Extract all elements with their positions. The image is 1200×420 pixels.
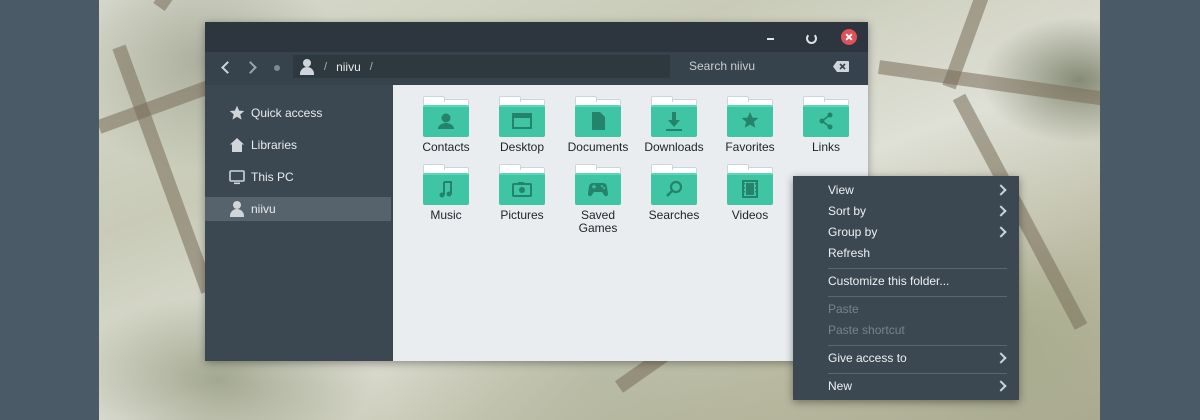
search-input[interactable]: Search niivu [689, 59, 755, 73]
menu-item-label: Refresh [828, 246, 871, 260]
chevron-right-icon [995, 352, 1007, 364]
menu-item-sort-by[interactable]: Sort by [793, 201, 1019, 222]
sidebar-item-label: Libraries [251, 138, 298, 152]
menu-item-paste: Paste [793, 299, 1019, 320]
folder-label: Searches [648, 208, 700, 222]
menu-item-label: Paste [828, 302, 859, 316]
navigation-sidebar: Quick access Libraries This PC niivu [205, 85, 393, 361]
share-icon [819, 112, 833, 130]
menu-separator [828, 345, 1007, 346]
menu-item-new[interactable]: New [793, 376, 1019, 397]
user-icon [229, 201, 245, 217]
minimize-icon[interactable] [763, 29, 779, 45]
forward-button[interactable] [244, 60, 262, 76]
address-bar[interactable]: / niivu / [293, 55, 670, 78]
chevron-right-icon [995, 380, 1007, 392]
menu-item-group-by[interactable]: Group by [793, 222, 1019, 243]
menu-item-label: Sort by [828, 204, 867, 218]
menu-item-label: Customize this folder... [828, 274, 950, 288]
download-icon [666, 112, 682, 131]
music-icon [439, 181, 452, 198]
sidebar-item-label: niivu [251, 202, 276, 216]
menu-item-label: Paste shortcut [828, 323, 905, 337]
menu-separator [828, 373, 1007, 374]
folder-label: Saved Games [578, 208, 618, 235]
sidebar-item-label: This PC [251, 170, 294, 184]
camera-icon [512, 182, 532, 197]
user-icon [299, 58, 315, 75]
folder-label: Music [430, 208, 462, 222]
back-button[interactable] [218, 60, 234, 76]
monitor-icon [229, 170, 245, 185]
folder-links[interactable]: Links [794, 96, 858, 154]
star-icon [229, 105, 245, 120]
folder-searches[interactable]: Searches [642, 164, 706, 222]
search-icon [666, 180, 683, 197]
folder-contacts[interactable]: Contacts [414, 96, 478, 154]
folder-desktop[interactable]: Desktop [490, 96, 554, 154]
menu-item-label: View [828, 183, 854, 197]
chevron-left-icon [221, 61, 234, 74]
path-separator: / [324, 60, 328, 73]
menu-item-customize-folder[interactable]: Customize this folder... [793, 271, 1019, 292]
sidebar-item-libraries[interactable]: Libraries [205, 133, 391, 157]
menu-item-view[interactable]: View [793, 180, 1019, 201]
film-icon [742, 180, 758, 198]
folder-saved-games[interactable]: Saved Games [566, 164, 630, 235]
window-icon [512, 113, 532, 129]
menu-item-refresh[interactable]: Refresh [793, 243, 1019, 264]
sidebar-item-label: Quick access [251, 106, 323, 120]
home-icon [230, 138, 244, 152]
sidebar-item-this-pc[interactable]: This PC [205, 165, 391, 189]
document-icon [592, 112, 605, 130]
menu-item-label: Give access to [828, 351, 907, 365]
chevron-right-icon [995, 226, 1007, 238]
menu-separator [828, 296, 1007, 297]
folder-documents[interactable]: Documents [566, 96, 630, 154]
folder-label: Desktop [499, 140, 545, 154]
title-bar [205, 22, 868, 52]
folder-videos[interactable]: Videos [718, 164, 782, 222]
menu-item-paste-shortcut: Paste shortcut [793, 320, 1019, 341]
folder-music[interactable]: Music [414, 164, 478, 222]
menu-item-label: Group by [828, 225, 878, 239]
path-separator: / [369, 60, 373, 73]
restore-icon[interactable] [802, 29, 818, 45]
chevron-right-icon [244, 61, 257, 74]
folder-label: Links [811, 140, 840, 154]
folder-downloads[interactable]: Downloads [642, 96, 706, 154]
folder-label: Downloads [644, 140, 704, 154]
chevron-right-icon [995, 205, 1007, 217]
folder-label: Favorites [725, 140, 775, 154]
sidebar-item-quick-access[interactable]: Quick access [205, 101, 391, 125]
menu-separator [828, 268, 1007, 269]
contact-icon [438, 113, 454, 129]
context-menu: View Sort by Group by Refresh Customize … [793, 176, 1019, 400]
folder-label: Contacts [422, 140, 470, 154]
navigation-toolbar: / niivu / Search niivu [205, 52, 868, 85]
recent-locations-button[interactable] [274, 65, 280, 71]
sidebar-item-niivu[interactable]: niivu [205, 197, 391, 221]
star-icon [741, 112, 759, 128]
breadcrumb-user[interactable]: niivu [336, 60, 361, 74]
close-icon[interactable] [841, 29, 857, 45]
clear-search-icon[interactable] [833, 61, 849, 72]
menu-item-label: New [828, 379, 853, 393]
folder-pictures[interactable]: Pictures [490, 164, 554, 222]
gamepad-icon [587, 183, 609, 197]
folder-label: Documents [567, 140, 629, 154]
menu-item-give-access[interactable]: Give access to [793, 348, 1019, 369]
file-explorer-window: / niivu / Search niivu Quick access Libr… [205, 22, 868, 361]
folder-favorites[interactable]: Favorites [718, 96, 782, 154]
folder-label: Pictures [500, 208, 544, 222]
folder-label: Videos [731, 208, 769, 222]
chevron-right-icon [995, 184, 1007, 196]
